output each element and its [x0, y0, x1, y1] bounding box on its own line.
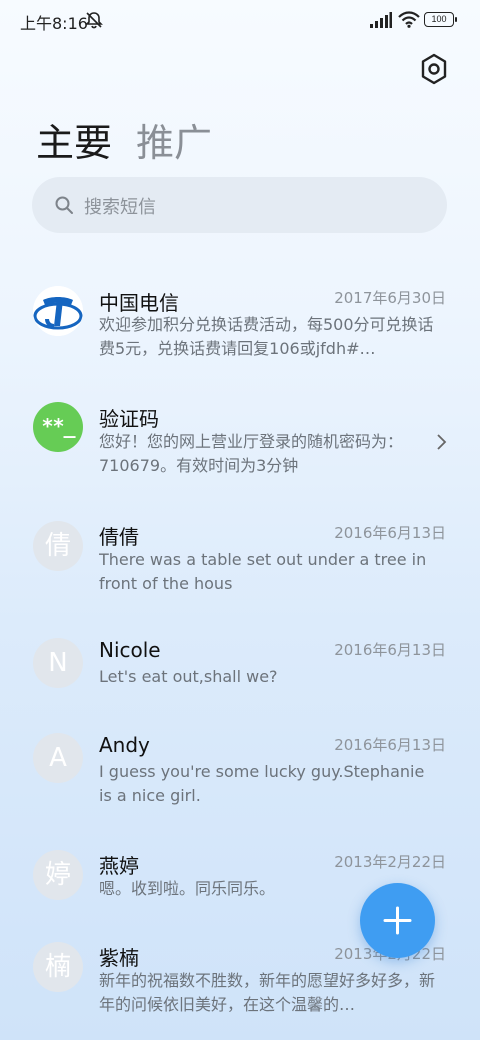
contact-name: 燕婷: [99, 854, 139, 878]
contact-name: Nicole: [99, 638, 161, 662]
avatar: 婷: [33, 850, 83, 900]
avatar: [33, 286, 83, 336]
conversation-row[interactable]: 倩 倩倩 2016年6月13日 There was a table set ou…: [0, 506, 480, 623]
conversation-row[interactable]: **_ 验证码 您好！您的网上营业厅登录的随机密码为：710679。有效时间为3…: [0, 388, 480, 506]
message-date: 2016年6月13日: [334, 736, 446, 754]
wifi-icon: [398, 11, 420, 28]
telecom-logo-icon: [33, 286, 83, 336]
settings-hexagon-icon[interactable]: [418, 52, 450, 86]
conversation-row[interactable]: N Nicole 2016年6月13日 Let's eat out,shall …: [0, 623, 480, 717]
signal-icon: [370, 12, 392, 28]
status-time: 上午8:16: [20, 14, 88, 33]
message-date: 2017年6月30日: [334, 289, 446, 307]
message-preview: 欢迎参加积分兑换话费活动，每500分可兑换话费5元，兑换话费请回复106或jfd…: [99, 315, 434, 358]
message-preview: I guess you're some lucky guy.Stephanie …: [99, 762, 425, 805]
contact-name: 验证码: [99, 407, 159, 431]
conversation-row[interactable]: 中国电信 2017年6月30日 欢迎参加积分兑换话费活动，每500分可兑换话费5…: [0, 270, 480, 388]
contact-name: Andy: [99, 733, 150, 757]
compose-button[interactable]: [360, 883, 435, 958]
message-preview: 新年的祝福数不胜数，新年的愿望好多好多，新年的问候依旧美好，在这个温馨的…: [99, 971, 436, 1014]
avatar: **_: [33, 402, 83, 452]
search-placeholder: 搜索短信: [84, 197, 156, 218]
status-bar: 上午8:16 100: [0, 0, 480, 40]
message-preview: 您好！您的网上营业厅登录的随机密码为：710679。有效时间为3分钟: [99, 432, 404, 475]
avatar: A: [33, 733, 83, 783]
chevron-right-icon[interactable]: [435, 432, 449, 452]
conversation-row[interactable]: A Andy 2016年6月13日 I guess you're some lu…: [0, 717, 480, 834]
plus-icon: [383, 906, 412, 935]
message-date: 2016年6月13日: [334, 524, 446, 542]
contact-name: 紫楠: [99, 946, 139, 970]
search-input[interactable]: 搜索短信: [32, 177, 447, 233]
search-icon: [55, 196, 73, 214]
mute-bell-icon: [85, 12, 103, 29]
message-date: 2013年2月22日: [334, 853, 446, 871]
message-preview: There was a table set out under a tree i…: [99, 550, 427, 593]
contact-name: 中国电信: [99, 291, 179, 315]
tab-primary[interactable]: 主要: [36, 112, 112, 167]
avatar: 倩: [33, 521, 83, 571]
tab-promotions[interactable]: 推广: [136, 112, 212, 167]
avatar: N: [33, 638, 83, 688]
message-preview: Let's eat out,shall we?: [99, 667, 278, 686]
avatar: 楠: [33, 942, 83, 992]
contact-name: 倩倩: [99, 525, 139, 549]
battery-icon: 100: [424, 12, 457, 27]
message-date: 2016年6月13日: [334, 641, 446, 659]
